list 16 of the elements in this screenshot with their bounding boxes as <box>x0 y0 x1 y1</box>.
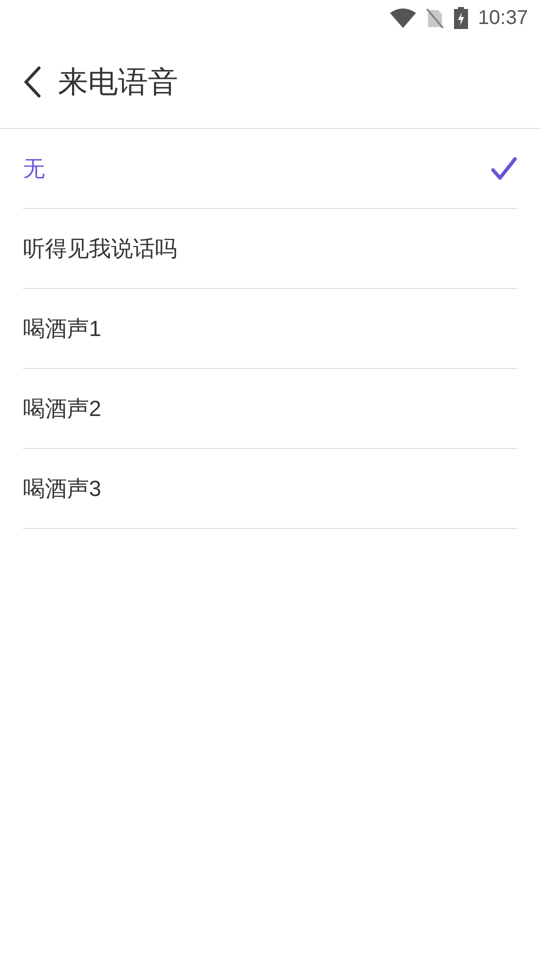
option-item[interactable]: 喝酒声2 <box>23 369 517 449</box>
option-item[interactable]: 喝酒声3 <box>23 449 517 529</box>
option-label: 听得见我说话吗 <box>23 235 177 263</box>
battery-charging-icon <box>454 7 468 29</box>
option-label: 喝酒声1 <box>23 315 102 343</box>
option-label: 无 <box>23 155 45 183</box>
wifi-icon <box>390 8 416 28</box>
option-item[interactable]: 无 <box>23 129 517 209</box>
option-item[interactable]: 听得见我说话吗 <box>23 209 517 289</box>
status-time: 10:37 <box>478 6 528 31</box>
check-icon <box>491 156 517 180</box>
page-title: 来电语音 <box>58 64 178 100</box>
option-label: 喝酒声2 <box>23 395 102 423</box>
option-label: 喝酒声3 <box>23 475 102 503</box>
option-item[interactable]: 喝酒声1 <box>23 289 517 369</box>
no-sim-icon <box>426 8 444 28</box>
